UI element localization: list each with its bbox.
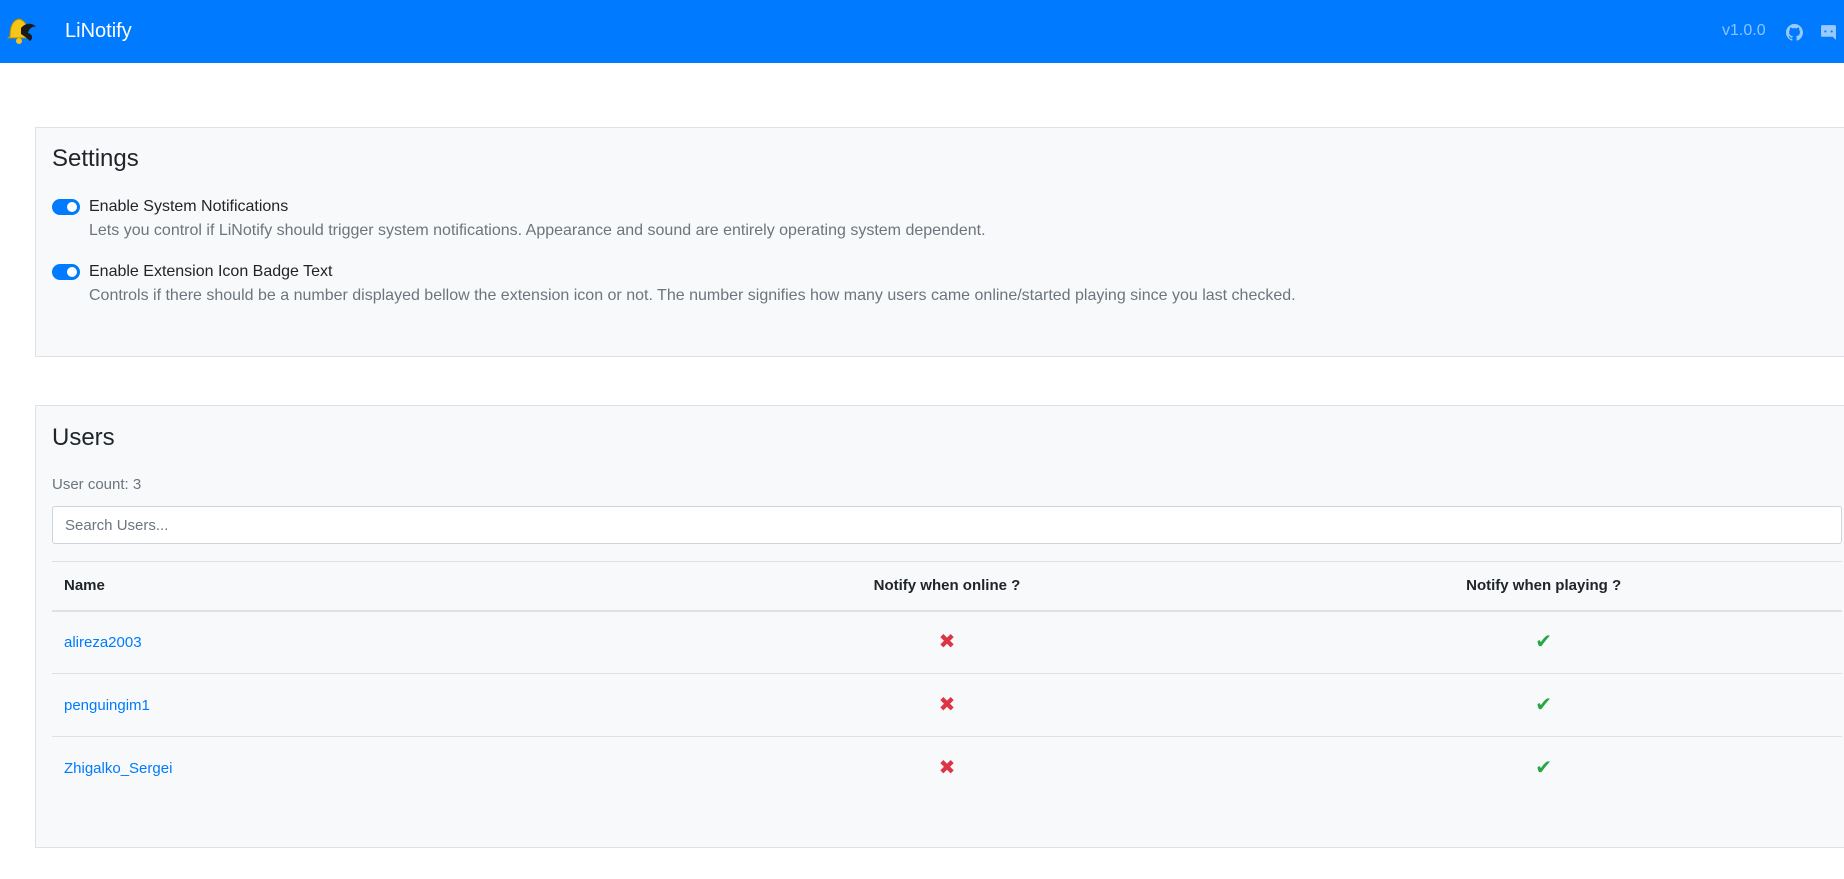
user-link[interactable]: penguingim1 [64, 697, 150, 714]
users-card: Users User count: 3 Name Notify when onl… [35, 405, 1844, 848]
table-row: penguingim1 ✖ ✔ [52, 674, 1842, 737]
app-title[interactable]: LiNotify [65, 18, 132, 44]
users-table: Name Notify when online ? Notify when pl… [52, 561, 1842, 800]
users-title: Users [52, 424, 115, 451]
system-notifications-description: Lets you control if LiNotify should trig… [89, 222, 986, 239]
system-notifications-label[interactable]: Enable System Notifications [89, 197, 288, 217]
column-header-notify-online[interactable]: Notify when online ? [649, 562, 1246, 611]
table-row: Zhigalko_Sergei ✖ ✔ [52, 737, 1842, 800]
user-count: User count: 3 [52, 476, 142, 493]
table-row: alireza2003 ✖ ✔ [52, 611, 1842, 674]
check-icon[interactable]: ✔ [1535, 695, 1552, 715]
discord-icon[interactable] [1820, 24, 1837, 41]
badge-text-toggle[interactable] [52, 264, 80, 280]
badge-text-label[interactable]: Enable Extension Icon Badge Text [89, 262, 332, 282]
cross-icon[interactable]: ✖ [939, 758, 956, 778]
badge-text-description: Controls if there should be a number dis… [89, 287, 1296, 304]
settings-card: Settings Enable System Notifications Let… [35, 127, 1844, 357]
column-header-name[interactable]: Name [52, 562, 649, 611]
top-navbar: LiNotify v1.0.0 [0, 0, 1844, 63]
cross-icon[interactable]: ✖ [939, 695, 956, 715]
search-input[interactable] [52, 506, 1842, 544]
cross-icon[interactable]: ✖ [939, 632, 956, 652]
system-notifications-toggle[interactable] [52, 199, 80, 215]
user-link[interactable]: alireza2003 [64, 634, 142, 651]
github-icon[interactable] [1786, 24, 1803, 41]
check-icon[interactable]: ✔ [1535, 632, 1552, 652]
check-icon[interactable]: ✔ [1535, 758, 1552, 778]
version-label: v1.0.0 [1722, 22, 1766, 39]
table-header-row: Name Notify when online ? Notify when pl… [52, 561, 1842, 611]
bell-icon[interactable] [2, 12, 38, 48]
column-header-notify-playing[interactable]: Notify when playing ? [1245, 562, 1842, 611]
user-link[interactable]: Zhigalko_Sergei [64, 760, 172, 777]
settings-title: Settings [52, 145, 139, 172]
